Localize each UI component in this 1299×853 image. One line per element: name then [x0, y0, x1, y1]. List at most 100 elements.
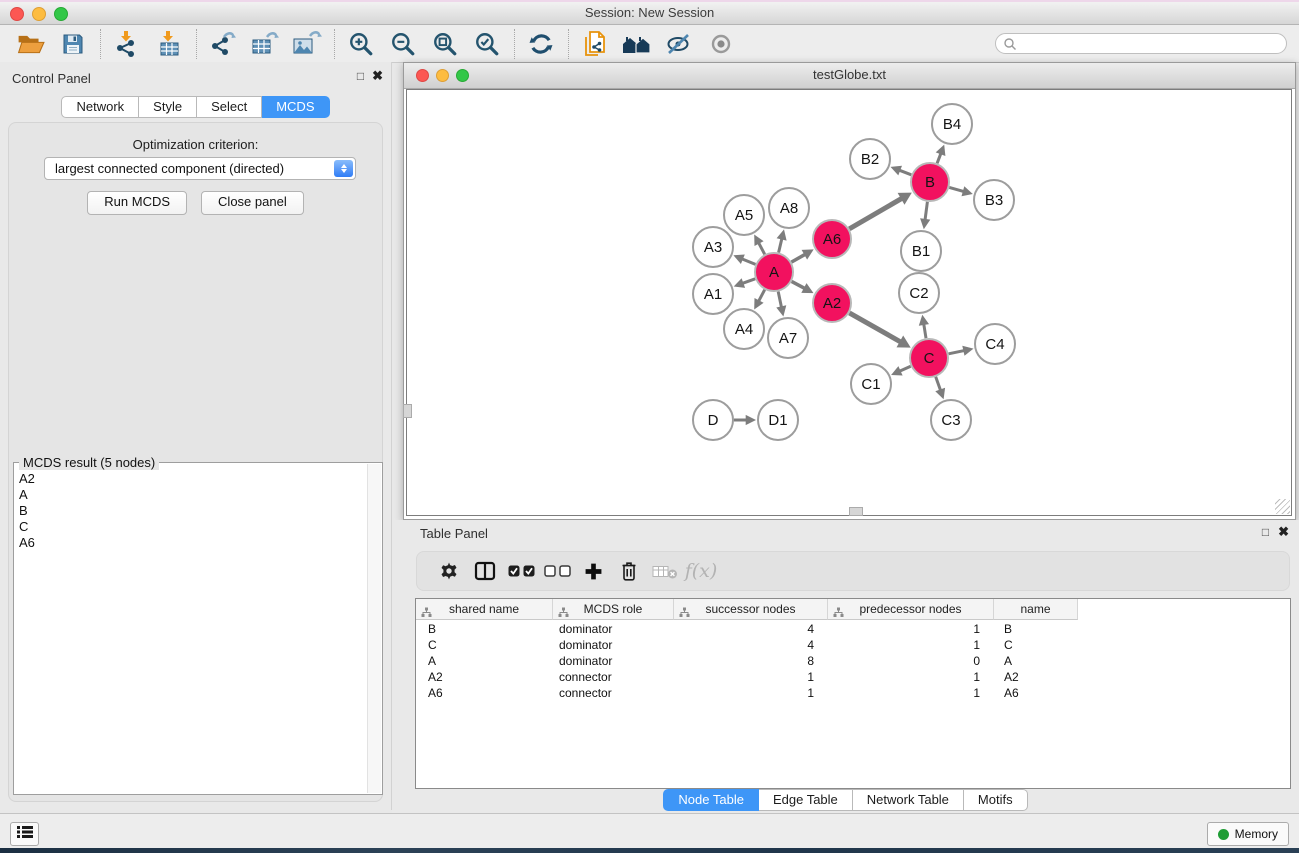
table-tab-network-table[interactable]: Network Table: [853, 789, 964, 811]
float-panel-icon[interactable]: □: [357, 70, 364, 82]
function-builder-icon[interactable]: f(x): [683, 556, 719, 586]
table-row-B[interactable]: Bdominator41B: [416, 621, 1078, 637]
settings-gear-icon[interactable]: [431, 556, 467, 586]
network-document-icon[interactable]: [578, 28, 612, 60]
graph-edge-A-A3[interactable]: [741, 259, 756, 265]
graph-node-C3[interactable]: C3: [931, 400, 971, 440]
table-tab-edge-table[interactable]: Edge Table: [759, 789, 853, 811]
tab-select[interactable]: Select: [197, 96, 262, 118]
column-header-predecessor-nodes[interactable]: predecessor nodes: [828, 599, 994, 620]
graph-edge-A6-B[interactable]: [849, 198, 903, 229]
graph-node-B1[interactable]: B1: [901, 231, 941, 271]
graph-node-A[interactable]: A: [755, 253, 793, 291]
save-session-icon[interactable]: [56, 28, 90, 60]
deselect-all-icon[interactable]: [539, 556, 575, 586]
graph-edge-A-A8[interactable]: [779, 238, 783, 253]
column-header-MCDS-role[interactable]: MCDS role: [553, 599, 674, 620]
float-table-panel-icon[interactable]: □: [1262, 526, 1269, 538]
graph-edge-B-B2[interactable]: [898, 170, 911, 175]
graph-edge-B-B1[interactable]: [925, 202, 928, 221]
close-table-panel-icon[interactable]: ✖: [1278, 526, 1289, 538]
graph-node-A8[interactable]: A8: [769, 188, 809, 228]
graph-node-B[interactable]: B: [911, 163, 949, 201]
table-tab-motifs[interactable]: Motifs: [964, 789, 1028, 811]
network-window-titlebar[interactable]: testGlobe.txt: [404, 63, 1295, 89]
table-row-A[interactable]: Adominator80A: [416, 653, 1078, 669]
tab-network[interactable]: Network: [61, 96, 139, 118]
select-all-icon[interactable]: [503, 556, 539, 586]
show-columns-icon[interactable]: [467, 556, 503, 586]
graph-node-B4[interactable]: B4: [932, 104, 972, 144]
open-session-icon[interactable]: [14, 28, 48, 60]
refresh-icon[interactable]: [524, 28, 558, 60]
tab-style[interactable]: Style: [139, 96, 197, 118]
table-row-A6[interactable]: A6connector11A6: [416, 685, 1078, 701]
column-header-name[interactable]: name: [994, 599, 1078, 620]
task-history-button[interactable]: [10, 822, 39, 846]
zoom-selected-icon[interactable]: [470, 28, 504, 60]
zoom-out-icon[interactable]: [386, 28, 420, 60]
graph-edge-A2-C[interactable]: [849, 313, 901, 343]
graph-edge-A-A2[interactable]: [792, 281, 806, 289]
graph-edge-A-A6[interactable]: [791, 254, 806, 262]
delete-row-icon[interactable]: [611, 556, 647, 586]
graph-node-C1[interactable]: C1: [851, 364, 891, 404]
graph-node-C[interactable]: C: [910, 339, 948, 377]
graph-node-C4[interactable]: C4: [975, 324, 1015, 364]
graph-node-D[interactable]: D: [693, 400, 733, 440]
eye-crossed-icon[interactable]: [662, 28, 696, 60]
add-row-icon[interactable]: [575, 556, 611, 586]
graph-edge-C-C3[interactable]: [936, 377, 941, 392]
graph-node-B3[interactable]: B3: [974, 180, 1014, 220]
graph-edge-A-A1[interactable]: [742, 279, 756, 284]
graph-edge-A-A7[interactable]: [778, 292, 782, 309]
graph-node-A4[interactable]: A4: [724, 309, 764, 349]
mcds-result-item[interactable]: A: [19, 487, 368, 503]
graph-node-A2[interactable]: A2: [813, 284, 851, 322]
home-pair-icon[interactable]: [620, 28, 654, 60]
graph-node-C2[interactable]: C2: [899, 273, 939, 313]
memory-button[interactable]: Memory: [1207, 822, 1289, 846]
graph-edge-C-C4[interactable]: [949, 350, 966, 354]
graph-node-B2[interactable]: B2: [850, 139, 890, 179]
zoom-in-icon[interactable]: [344, 28, 378, 60]
import-network-icon[interactable]: [110, 28, 144, 60]
mcds-result-item[interactable]: C: [19, 519, 368, 535]
table-row-A2[interactable]: A2connector11A2: [416, 669, 1078, 685]
graph-edge-C-C2[interactable]: [924, 323, 926, 338]
zoom-fit-icon[interactable]: [428, 28, 462, 60]
close-panel-icon[interactable]: ✖: [372, 70, 383, 82]
mcds-result-item[interactable]: A6: [19, 535, 368, 551]
table-row-C[interactable]: Cdominator41C: [416, 637, 1078, 653]
canvas-left-handle[interactable]: [403, 404, 412, 418]
graph-node-A7[interactable]: A7: [768, 318, 808, 358]
mcds-result-item[interactable]: B: [19, 503, 368, 519]
graph-node-A6[interactable]: A6: [813, 220, 851, 258]
export-network-icon[interactable]: [206, 28, 240, 60]
graph-node-A3[interactable]: A3: [693, 227, 733, 267]
graph-edge-B-B3[interactable]: [949, 187, 965, 191]
window-resize-grip[interactable]: [1275, 499, 1290, 514]
canvas-bottom-handle[interactable]: [849, 507, 863, 516]
graph-node-D1[interactable]: D1: [758, 400, 798, 440]
column-header-successor-nodes[interactable]: successor nodes: [674, 599, 828, 620]
mcds-list-scrollbar[interactable]: [367, 464, 381, 793]
graph-edge-A-A4[interactable]: [758, 290, 765, 303]
run-mcds-button[interactable]: Run MCDS: [87, 191, 187, 215]
eye-icon[interactable]: [704, 28, 738, 60]
delete-table-icon[interactable]: [647, 556, 683, 586]
graph-node-A5[interactable]: A5: [724, 195, 764, 235]
export-table-icon[interactable]: [248, 28, 282, 60]
table-tab-node-table[interactable]: Node Table: [663, 789, 759, 811]
mcds-result-item[interactable]: A2: [19, 471, 368, 487]
close-panel-button[interactable]: Close panel: [201, 191, 304, 215]
import-table-icon[interactable]: [152, 28, 186, 60]
column-header-shared-name[interactable]: shared name: [416, 599, 553, 620]
graph-node-A1[interactable]: A1: [693, 274, 733, 314]
tab-mcds[interactable]: MCDS: [262, 96, 329, 118]
criterion-dropdown[interactable]: largest connected component (directed): [44, 157, 356, 180]
graph-edge-A-A5[interactable]: [758, 242, 765, 255]
export-image-icon[interactable]: [290, 28, 324, 60]
search-input[interactable]: [995, 33, 1287, 54]
network-canvas[interactable]: A A1 A3 A4 A5 A7 A8A6 A2 B B1 B2 B3B4 C C1 C2 C3C4 D D1: [406, 89, 1292, 516]
